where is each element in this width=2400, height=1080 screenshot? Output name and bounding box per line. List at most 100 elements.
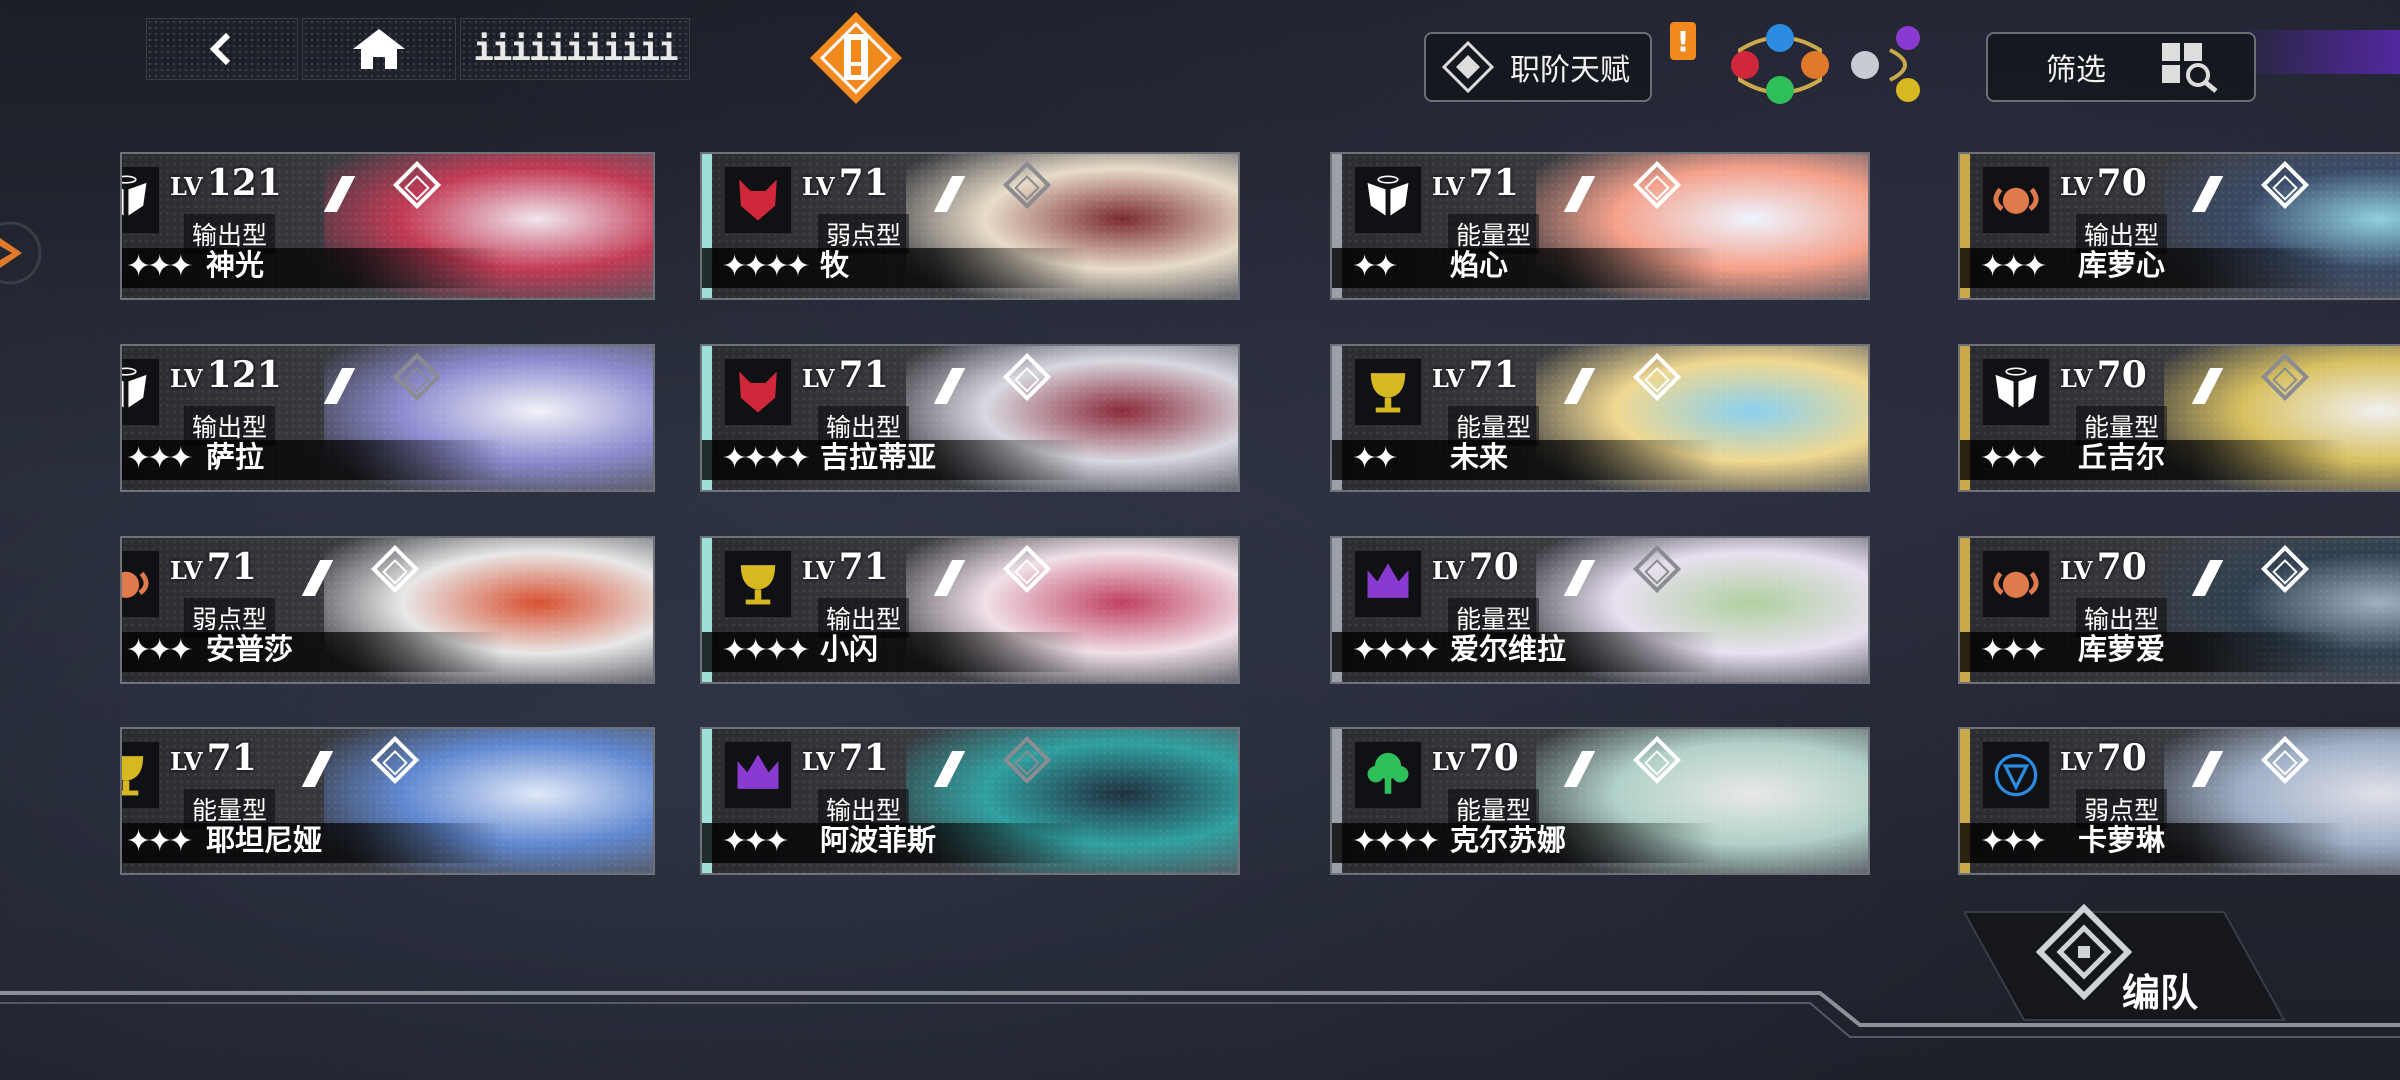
level-value: 71 [206,737,257,779]
character-card[interactable]: LV 71 /// 输出型 ✦✦✦✦ 小闪 [700,536,1240,684]
level-prefix: LV [802,172,835,201]
ram-icon [122,571,149,598]
side-expand-arrow-icon[interactable] [0,218,50,288]
class-emblem [122,550,160,618]
awakening-marks: /// [306,743,330,794]
level-prefix: LV [1432,747,1465,776]
level-label: LV 71 [802,354,889,396]
filter-button[interactable]: 筛选 [1986,32,2256,102]
character-card[interactable]: LV 71 /// 输出型 ✦✦✦ 阿波菲斯 [700,727,1240,875]
level-prefix: LV [2060,556,2093,585]
wolf-icon [739,371,777,413]
page-title: iiiiiiiiiii [473,29,678,69]
level-value: 121 [206,162,282,204]
star-rank: ✦✦✦✦ [1352,633,1441,668]
character-card[interactable]: LV 71 /// 弱点型 ✦✦✦✦ 牧 [700,152,1240,300]
character-name: 吉拉蒂亚 [820,440,937,474]
element-gems-icon[interactable] [1720,20,1920,110]
character-name: 小闪 [820,632,879,666]
level-label: LV 71 [170,737,257,779]
level-prefix: LV [1432,172,1465,201]
talent-notice-badge: ! [1670,22,1696,60]
class-emblem [1354,550,1422,618]
star-rank: ✦✦ [1352,441,1398,476]
level-prefix: LV [2060,364,2093,393]
awakening-marks: /// [1568,552,1592,603]
level-prefix: LV [802,364,835,393]
awakening-marks: /// [938,743,962,794]
character-name: 牧 [820,248,850,282]
character-card[interactable]: LV 70 /// 能量型 ✦✦✦ 丘吉尔 [1958,344,2400,492]
character-name: 萨拉 [206,440,265,474]
star-rank: ✦✦✦ [1980,633,2047,668]
level-value: 70 [1468,546,1519,588]
back-button[interactable] [146,18,298,80]
star-rank: ✦✦✦✦ [722,633,811,668]
level-value: 70 [2096,737,2147,779]
character-card[interactable]: LV 121 /// 输出型 ✦✦✦ 神光 [120,152,655,300]
awakening-marks: /// [328,168,352,219]
star-rank: ✦✦✦ [126,249,193,284]
formation-label: 编队 [2122,971,2199,1015]
character-card[interactable]: LV 71 /// 能量型 ✦✦ 焰心 [1330,152,1870,300]
level-label: LV 70 [2060,354,2147,396]
level-value: 71 [838,737,889,779]
class-emblem [1982,358,2050,426]
home-button[interactable] [302,18,456,80]
level-prefix: LV [170,556,203,585]
character-card[interactable]: LV 71 /// 输出型 ✦✦✦✦ 吉拉蒂亚 [700,344,1240,492]
level-prefix: LV [802,747,835,776]
star-rank: ✦✦✦ [722,824,789,859]
character-card[interactable]: LV 71 /// 能量型 ✦✦ 未来 [1330,344,1870,492]
level-prefix: LV [170,172,203,201]
awakening-marks: /// [2196,360,2220,411]
angel-wings-icon [122,367,147,408]
character-card[interactable]: LV 70 /// 输出型 ✦✦✦ 库萝心 [1958,152,2400,300]
character-name: 焰心 [1450,248,1509,282]
level-value: 121 [206,354,282,396]
angel-wings-icon [1995,367,2037,408]
awakening-marks: /// [2196,168,2220,219]
character-card[interactable]: LV 70 /// 输出型 ✦✦✦ 库萝爱 [1958,536,2400,684]
level-value: 71 [206,546,257,588]
character-name: 耶坦尼娅 [206,823,323,857]
class-emblem [122,358,160,426]
class-emblem [1982,166,2050,234]
level-label: LV 71 [802,546,889,588]
level-value: 71 [1468,162,1519,204]
angel-wings-icon [1367,175,1409,216]
class-emblem [1354,358,1422,426]
star-rank: ✦✦✦✦ [722,441,811,476]
alert-icon[interactable] [808,10,904,106]
character-card[interactable]: LV 70 /// 弱点型 ✦✦✦ 卡萝琳 [1958,727,2400,875]
shield-icon [1994,753,2038,797]
character-name: 未来 [1450,440,1509,474]
awakening-marks: /// [1568,743,1592,794]
level-label: LV 71 [802,162,889,204]
class-emblem [1354,166,1422,234]
star-rank: ✦✦✦ [126,633,193,668]
home-icon [353,29,405,69]
chalice-icon [740,565,776,605]
level-prefix: LV [2060,747,2093,776]
character-card[interactable]: LV 121 /// 输出型 ✦✦✦ 萨拉 [120,344,655,492]
filter-label: 筛选 [2046,53,2106,88]
class-emblem [724,550,792,618]
level-prefix: LV [170,747,203,776]
class-talent-button[interactable]: 职阶天赋 [1424,32,1652,102]
awakening-marks: /// [938,552,962,603]
awakening-marks: /// [938,360,962,411]
star-rank: ✦✦✦ [1980,441,2047,476]
level-value: 70 [2096,162,2147,204]
level-value: 71 [838,546,889,588]
character-card[interactable]: LV 70 /// 能量型 ✦✦✦✦ 克尔苏娜 [1330,727,1870,875]
character-name: 丘吉尔 [2078,440,2166,474]
character-card[interactable]: LV 71 /// 弱点型 ✦✦✦ 安普莎 [120,536,655,684]
class-emblem [1982,550,2050,618]
star-rank: ✦✦✦ [1980,824,2047,859]
level-value: 71 [838,162,889,204]
character-card[interactable]: LV 71 /// 能量型 ✦✦✦ 耶坦尼娅 [120,727,655,875]
level-prefix: LV [802,556,835,585]
class-emblem [724,358,792,426]
character-card[interactable]: LV 70 /// 能量型 ✦✦✦✦ 爱尔维拉 [1330,536,1870,684]
